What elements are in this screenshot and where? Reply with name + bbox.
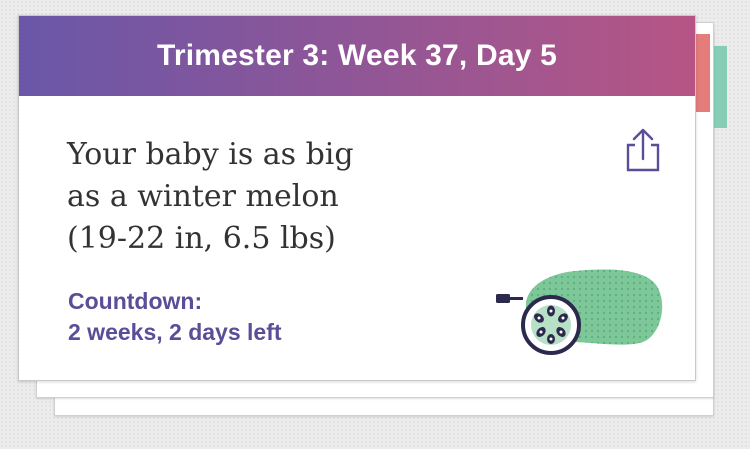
countdown-value: 2 weeks, 2 days left bbox=[68, 319, 282, 345]
share-icon bbox=[626, 128, 660, 172]
card-header-title: Trimester 3: Week 37, Day 5 bbox=[156, 39, 558, 72]
headline-line-3: (19-22 in, 6.5 lbs) bbox=[67, 221, 336, 256]
countdown: Countdown: 2 weeks, 2 days left bbox=[68, 286, 282, 348]
headline-line-2: as a winter melon bbox=[67, 179, 339, 214]
pregnancy-week-card[interactable]: Trimester 3: Week 37, Day 5 Your baby is… bbox=[18, 15, 696, 381]
baby-size-headline: Your baby is as big as a winter melon (1… bbox=[67, 134, 427, 260]
share-button[interactable] bbox=[622, 126, 664, 174]
card-tab-red bbox=[696, 34, 710, 112]
headline-line-1: Your baby is as big bbox=[67, 137, 354, 172]
card-tab-teal bbox=[713, 46, 727, 128]
countdown-label: Countdown: bbox=[68, 288, 203, 314]
card-header: Trimester 3: Week 37, Day 5 bbox=[19, 16, 695, 96]
winter-melon-icon bbox=[496, 269, 663, 355]
